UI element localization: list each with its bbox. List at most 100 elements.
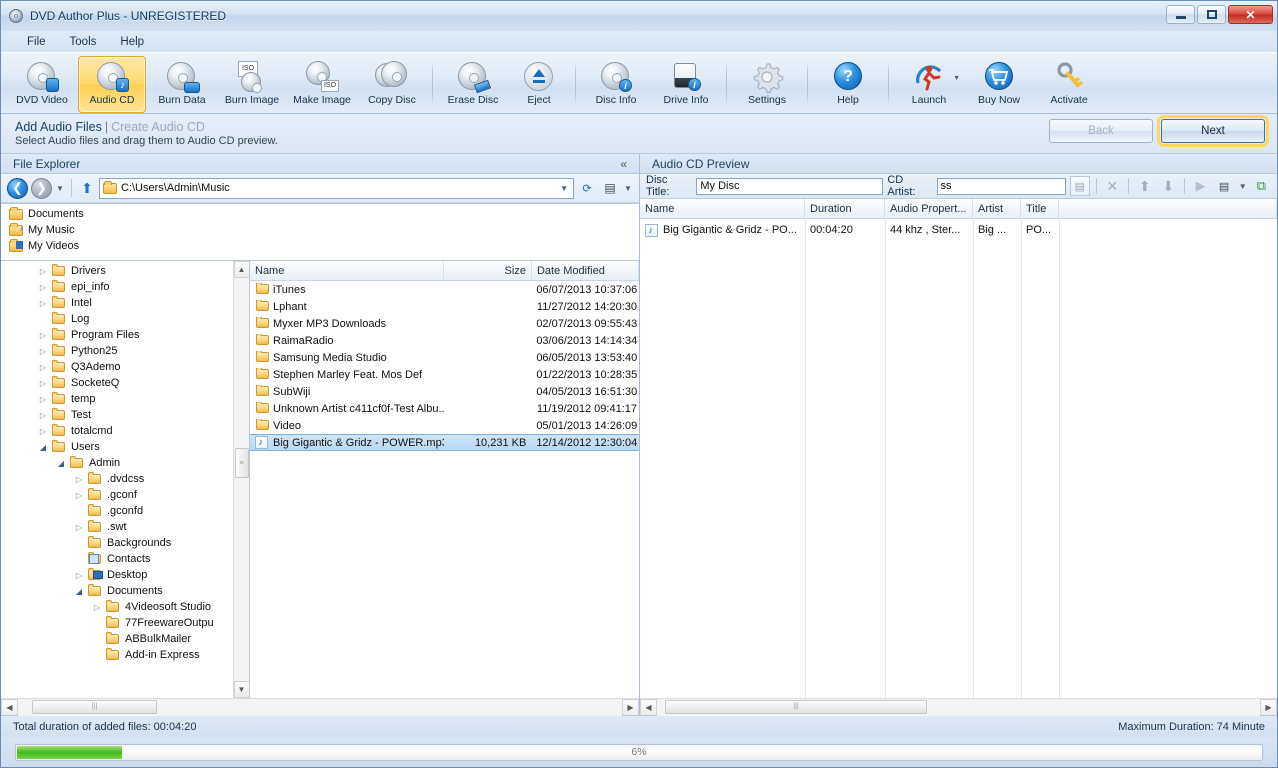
cd-artist-input[interactable]: ss xyxy=(936,177,1067,195)
scroll-up-button[interactable]: ▲ xyxy=(233,261,249,278)
column-header[interactable]: Size xyxy=(444,261,532,280)
tree-item[interactable]: ▷ .gconf xyxy=(1,487,233,503)
tree-expand-open-icon[interactable]: ◢ xyxy=(53,459,69,468)
column-header[interactable]: Name xyxy=(250,261,445,280)
toolbar-button-erase-disc[interactable]: Erase Disc xyxy=(439,56,507,113)
menu-item-file[interactable]: File xyxy=(17,34,56,50)
tree-vertical-scrollbar[interactable]: ▲ ≡ ▼ xyxy=(233,261,249,698)
tree-item[interactable]: ▷ .dvdcss xyxy=(1,471,233,487)
tree-item[interactable]: ▷ totalcmd xyxy=(1,423,233,439)
scroll-right-button[interactable]: ▶ xyxy=(622,698,639,716)
tree-item[interactable]: ◢ Admin xyxy=(1,455,233,471)
toolbar-button-disc-info[interactable]: i Disc Info xyxy=(582,56,650,113)
column-header[interactable]: Date Modified xyxy=(532,261,639,280)
tree-item[interactable]: ▷ epi_info xyxy=(1,279,233,295)
tree-item[interactable]: Contacts xyxy=(1,551,233,567)
tree-expand-closed-icon[interactable]: ▷ xyxy=(71,523,87,532)
table-row[interactable]: SubWiji 04/05/2013 16:51:30 xyxy=(250,383,639,400)
column-header[interactable]: Duration xyxy=(805,199,885,218)
views-icon[interactable]: ▤ xyxy=(600,178,620,198)
tree-item[interactable]: ▷ 4Videosoft Studio xyxy=(1,599,233,615)
toolbar-button-drive-info[interactable]: i Drive Info xyxy=(652,56,720,113)
edit-tags-icon[interactable]: ▤ xyxy=(1070,176,1090,196)
minimize-button[interactable] xyxy=(1166,5,1195,24)
tree-item[interactable]: ▷ Drivers xyxy=(1,263,233,279)
tree-expand-closed-icon[interactable]: ▷ xyxy=(35,347,51,356)
toolbar-button-buy-now[interactable]: Buy Now xyxy=(965,56,1033,113)
tree-expand-closed-icon[interactable]: ▷ xyxy=(35,299,51,308)
list-options-icon[interactable]: ▤ xyxy=(1214,176,1233,196)
menu-item-help[interactable]: Help xyxy=(110,34,154,50)
toolbar-button-settings[interactable]: Settings xyxy=(733,56,801,113)
tree-item[interactable]: Backgrounds xyxy=(1,535,233,551)
table-row[interactable]: Stephen Marley Feat. Mos Def 01/22/2013 1… xyxy=(250,366,639,383)
scroll-track[interactable]: ||| xyxy=(18,698,622,716)
tree-expand-closed-icon[interactable]: ▷ xyxy=(35,427,51,436)
place-item-documents[interactable]: Documents xyxy=(9,206,639,222)
tree-item[interactable]: ▷ Intel xyxy=(1,295,233,311)
up-arrow-icon[interactable]: ⬆ xyxy=(78,178,96,198)
tree-item[interactable]: ▷ Desktop xyxy=(1,567,233,583)
scroll-thumb[interactable]: ||| xyxy=(32,699,157,714)
column-header[interactable] xyxy=(1059,199,1277,218)
toolbar-button-burn-data[interactable]: Burn Data xyxy=(148,56,216,113)
table-row[interactable]: ♪ Big Gigantic & Gridz - POWER.mp3 10,231 … xyxy=(250,434,639,451)
scroll-track[interactable]: ||| xyxy=(657,698,1260,716)
toolbar-button-dvd-video[interactable]: DVD Video xyxy=(8,56,76,113)
tree-expand-closed-icon[interactable]: ▷ xyxy=(71,571,87,580)
tree-expand-closed-icon[interactable]: ▷ xyxy=(89,603,105,612)
tree-item[interactable]: ▷ Program Files xyxy=(1,327,233,343)
back-button[interactable]: Back xyxy=(1049,119,1153,143)
scroll-right-button[interactable]: ▶ xyxy=(1260,698,1277,716)
tree-item[interactable]: Log xyxy=(1,311,233,327)
tree-item[interactable]: 77FreewareOutpu xyxy=(1,615,233,631)
toolbar-button-activate[interactable]: Activate xyxy=(1035,56,1103,113)
collapse-left-icon[interactable]: « xyxy=(620,157,627,171)
address-input[interactable]: C:\Users\Admin\Music ▼ xyxy=(99,177,574,199)
column-header[interactable]: Audio Propert... xyxy=(885,199,973,218)
remove-icon[interactable]: ✕ xyxy=(1103,176,1122,196)
disc-title-input[interactable]: My Disc xyxy=(696,177,884,195)
scroll-down-button[interactable]: ▼ xyxy=(233,681,249,698)
toolbar-button-launch[interactable]: Launch ▼ xyxy=(895,56,963,113)
toolbar-button-help[interactable]: ? Help xyxy=(814,56,882,113)
tree-item[interactable]: ABBulkMailer xyxy=(1,631,233,647)
tree-expand-open-icon[interactable]: ◢ xyxy=(35,443,51,452)
close-button[interactable]: ✕ xyxy=(1228,5,1273,24)
tree-item[interactable]: ▷ SocketeQ xyxy=(1,375,233,391)
scroll-thumb[interactable]: ≡ xyxy=(234,448,249,478)
table-row[interactable]: RaimaRadio 03/06/2013 14:14:34 xyxy=(250,332,639,349)
tree-item[interactable]: Add-in Express xyxy=(1,647,233,663)
place-item-my-videos[interactable]: My Videos xyxy=(9,238,639,254)
table-row[interactable]: iTunes 06/07/2013 10:37:06 xyxy=(250,281,639,298)
table-row[interactable]: Samsung Media Studio 06/05/2013 13:53:40 xyxy=(250,349,639,366)
toolbar-button-eject[interactable]: Eject xyxy=(509,56,569,113)
tree-expand-closed-icon[interactable]: ▷ xyxy=(71,491,87,500)
tree-expand-closed-icon[interactable]: ▷ xyxy=(35,363,51,372)
tree-expand-closed-icon[interactable]: ▷ xyxy=(35,331,51,340)
tree-item[interactable]: ◢ Documents xyxy=(1,583,233,599)
tree-item[interactable]: ▷ temp xyxy=(1,391,233,407)
tree-expand-closed-icon[interactable]: ▷ xyxy=(35,411,51,420)
tree-item[interactable]: ▷ Test xyxy=(1,407,233,423)
tree-item[interactable]: ▷ Q3Ademo xyxy=(1,359,233,375)
column-header[interactable]: Name xyxy=(640,199,805,218)
tree-item[interactable]: .gconfd xyxy=(1,503,233,519)
menu-item-tools[interactable]: Tools xyxy=(60,34,107,50)
maximize-button[interactable] xyxy=(1197,5,1226,24)
scroll-track[interactable]: ≡ xyxy=(233,278,249,681)
next-button[interactable]: Next xyxy=(1157,115,1269,147)
views-dropdown-icon[interactable]: ▼ xyxy=(623,184,633,193)
move-up-icon[interactable]: ⬆ xyxy=(1135,176,1154,196)
column-header[interactable]: Artist xyxy=(973,199,1021,218)
table-row[interactable]: Unknown Artist c411cf0f-Test Albu... 11/1… xyxy=(250,400,639,417)
tree-item[interactable]: ▷ .swt xyxy=(1,519,233,535)
toolbar-button-make-image[interactable]: ISO Make Image xyxy=(288,56,356,113)
tree-expand-closed-icon[interactable]: ▷ xyxy=(35,283,51,292)
toolbar-button-copy-disc[interactable]: Copy Disc xyxy=(358,56,426,113)
cd-horizontal-scrollbar[interactable]: ◀ ||| ▶ xyxy=(640,698,1277,716)
scroll-left-button[interactable]: ◀ xyxy=(1,698,18,716)
explorer-horizontal-scrollbar[interactable]: ◀ ||| ▶ xyxy=(1,698,639,716)
table-row[interactable]: Myxer MP3 Downloads 02/07/2013 09:55:43 xyxy=(250,315,639,332)
move-down-icon[interactable]: ⬇ xyxy=(1158,176,1177,196)
